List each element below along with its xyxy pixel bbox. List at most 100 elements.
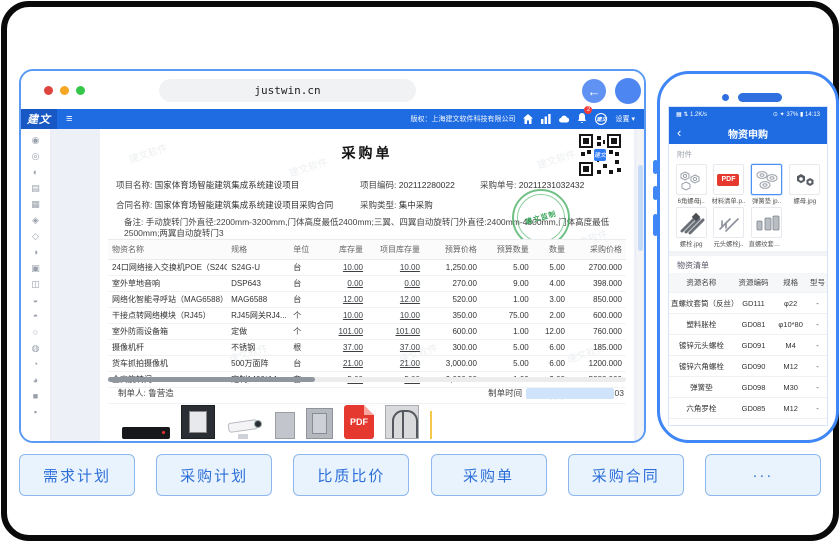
sidebar-module-icon[interactable]: ◐ — [33, 166, 38, 179]
document-title: 采购单 — [100, 143, 634, 163]
table-row[interactable]: 塑料胀栓GD081φ10*80- — [669, 314, 827, 335]
equipment-box2-thumbnail[interactable] — [306, 408, 333, 439]
attachment-item[interactable]: 元头螺栓j.. — [711, 207, 745, 248]
volume-down-button[interactable] — [653, 186, 658, 200]
table-cell[interactable]: 37.00 — [320, 340, 367, 356]
back-button[interactable]: ← — [582, 79, 606, 103]
close-window-dot[interactable] — [44, 86, 53, 95]
table-cell: GD085 — [734, 398, 774, 419]
couplers-thumbnail[interactable] — [751, 207, 782, 238]
sidebar-module-icon[interactable]: ◔ — [33, 358, 38, 371]
sidebar-module-icon[interactable]: ◒ — [33, 294, 38, 307]
sidebar-module-icon[interactable]: ▪ — [34, 406, 37, 419]
table-cell[interactable]: 0.00 — [320, 276, 367, 292]
table-row[interactable]: 弹簧垫GD098M30- — [669, 377, 827, 398]
sidebar-module-icon[interactable]: ▦ — [31, 198, 40, 211]
table-row[interactable]: 六角罗栓GD085M12- — [669, 398, 827, 419]
nuts-thumbnail[interactable] — [676, 164, 707, 195]
table-cell: 室外草地音响 — [108, 276, 227, 292]
maximize-window-dot[interactable] — [76, 86, 85, 95]
table-cell: GD108 — [734, 419, 774, 426]
attachment-item[interactable]: 6角螺母j.. — [674, 164, 708, 205]
table-cell[interactable]: 21.00 — [367, 356, 424, 372]
table-row[interactable]: 直螺纹套筒（反丝）GD111φ22- — [669, 293, 827, 314]
chart-icon[interactable] — [541, 114, 551, 124]
sidebar-module-icon[interactable]: ▤ — [31, 182, 40, 195]
sidebar-module-icon[interactable]: ◕ — [33, 374, 38, 387]
sidebar-module-icon[interactable]: ▣ — [31, 262, 40, 275]
equipment-box-thumbnail[interactable] — [275, 412, 295, 439]
status-bar: ▦ ⇅ 1.2K/s ⊙ ✦ 37% ▮ 14:13 — [669, 107, 827, 122]
table-cell[interactable]: 101.00 — [367, 324, 424, 340]
module-button[interactable]: ··· — [705, 454, 821, 496]
sidebar-module-icon[interactable]: ◇ — [32, 230, 39, 243]
home-icon[interactable] — [523, 114, 533, 124]
attachment-item[interactable]: 螺母.jpg — [788, 164, 822, 205]
sidebar-module-icon[interactable]: ◫ — [31, 278, 40, 291]
table-cell[interactable]: 10.00 — [367, 260, 424, 276]
material-list-table: 资源名称资源编码规格型号 直螺纹套筒（反丝）GD111φ22-塑料胀栓GD081… — [669, 273, 827, 425]
dvr-device-thumbnail[interactable] — [122, 427, 170, 439]
power-button[interactable] — [653, 214, 658, 236]
notifications-bell-icon[interactable]: 2 — [577, 110, 587, 128]
table-row[interactable]: 镀锌六角螺栓GD090M12- — [669, 356, 827, 377]
table-cell: 300.00 — [424, 340, 481, 356]
module-button[interactable]: 采购合同 — [568, 454, 684, 496]
table-cell[interactable]: 10.00 — [320, 308, 367, 324]
horizontal-scrollbar-track[interactable] — [108, 377, 626, 382]
sidebar-module-icon[interactable]: ◑ — [33, 246, 38, 259]
table-row[interactable]: 镀锌元头螺栓GD091M4- — [669, 335, 827, 356]
minimize-window-dot[interactable] — [60, 86, 69, 95]
vertical-scrollbar-thumb[interactable] — [638, 165, 643, 251]
table-cell[interactable]: 10.00 — [367, 308, 424, 324]
sidebar-module-icon[interactable]: ◎ — [32, 150, 40, 163]
nuts2-thumbnail[interactable] — [789, 164, 820, 195]
table-row[interactable]: 六角螺帽GD108M22- — [669, 419, 827, 426]
cabinet-thumbnail[interactable] — [181, 405, 215, 439]
revolving-door-thumbnail[interactable] — [385, 405, 419, 439]
table-cell[interactable]: 37.00 — [367, 340, 424, 356]
table-cell[interactable]: 12.00 — [320, 292, 367, 308]
column-header: 预算价格 — [424, 240, 481, 260]
table-row: 24口网络接入交换机POE（S24G...S24G-U台10.0010.001,… — [108, 260, 626, 276]
attachment-item[interactable]: PDF材料清单.p.. — [711, 164, 745, 205]
washers-thumbnail[interactable] — [751, 164, 782, 195]
attachment-item[interactable]: 螺栓.jpg — [674, 207, 708, 248]
module-button[interactable]: 比质比价 — [293, 454, 409, 496]
module-button[interactable]: 采购计划 — [156, 454, 272, 496]
pdf-file-thumbnail[interactable]: PDF — [344, 405, 374, 439]
table-cell: 6.00 — [533, 356, 569, 372]
app-logo[interactable]: 建文 — [21, 109, 57, 129]
table-cell[interactable]: 10.00 — [320, 260, 367, 276]
table-cell: M22 — [773, 419, 808, 426]
address-bar[interactable]: justwin.cn — [159, 79, 416, 102]
menu-toggle-icon[interactable]: ≡ — [66, 113, 72, 125]
user-avatar-logo[interactable]: 建文 — [595, 113, 607, 125]
sidebar-module-icon[interactable]: ◍ — [32, 342, 40, 355]
sidebar-module-icon[interactable]: ◈ — [32, 214, 39, 227]
pdf-thumbnail[interactable]: PDF — [713, 164, 744, 195]
browser-action-button[interactable] — [615, 78, 641, 104]
bolts-thumbnail[interactable] — [676, 207, 707, 238]
screws-thumbnail[interactable] — [713, 207, 744, 238]
camera-thumbnail[interactable] — [226, 417, 264, 439]
table-cell[interactable]: 0.00 — [367, 276, 424, 292]
sidebar-module-icon[interactable]: ◓ — [33, 310, 38, 323]
table-cell[interactable]: 101.00 — [320, 324, 367, 340]
attachment-item[interactable]: 直螺纹套筒... — [749, 207, 785, 248]
attachment-item[interactable]: 弹簧垫 jp.. — [749, 164, 785, 205]
sidebar-module-icon[interactable]: ■ — [33, 390, 38, 403]
volume-up-button[interactable] — [653, 160, 658, 174]
sidebar-module-icon[interactable]: ○ — [33, 326, 38, 339]
table-cell: 1.00 — [481, 324, 533, 340]
cloud-icon[interactable] — [559, 114, 569, 124]
table-cell[interactable]: 21.00 — [320, 356, 367, 372]
horizontal-scrollbar-thumb[interactable] — [108, 377, 315, 382]
module-button[interactable]: 需求计划 — [19, 454, 135, 496]
sidebar-module-icon[interactable]: ◉ — [32, 134, 40, 147]
back-chevron-icon[interactable]: ‹ — [677, 123, 681, 143]
table-cell[interactable]: 12.00 — [367, 292, 424, 308]
module-button[interactable]: 采购单 — [431, 454, 547, 496]
table-cell: - — [808, 356, 827, 377]
settings-menu[interactable]: 设置 ▾ — [615, 114, 635, 124]
